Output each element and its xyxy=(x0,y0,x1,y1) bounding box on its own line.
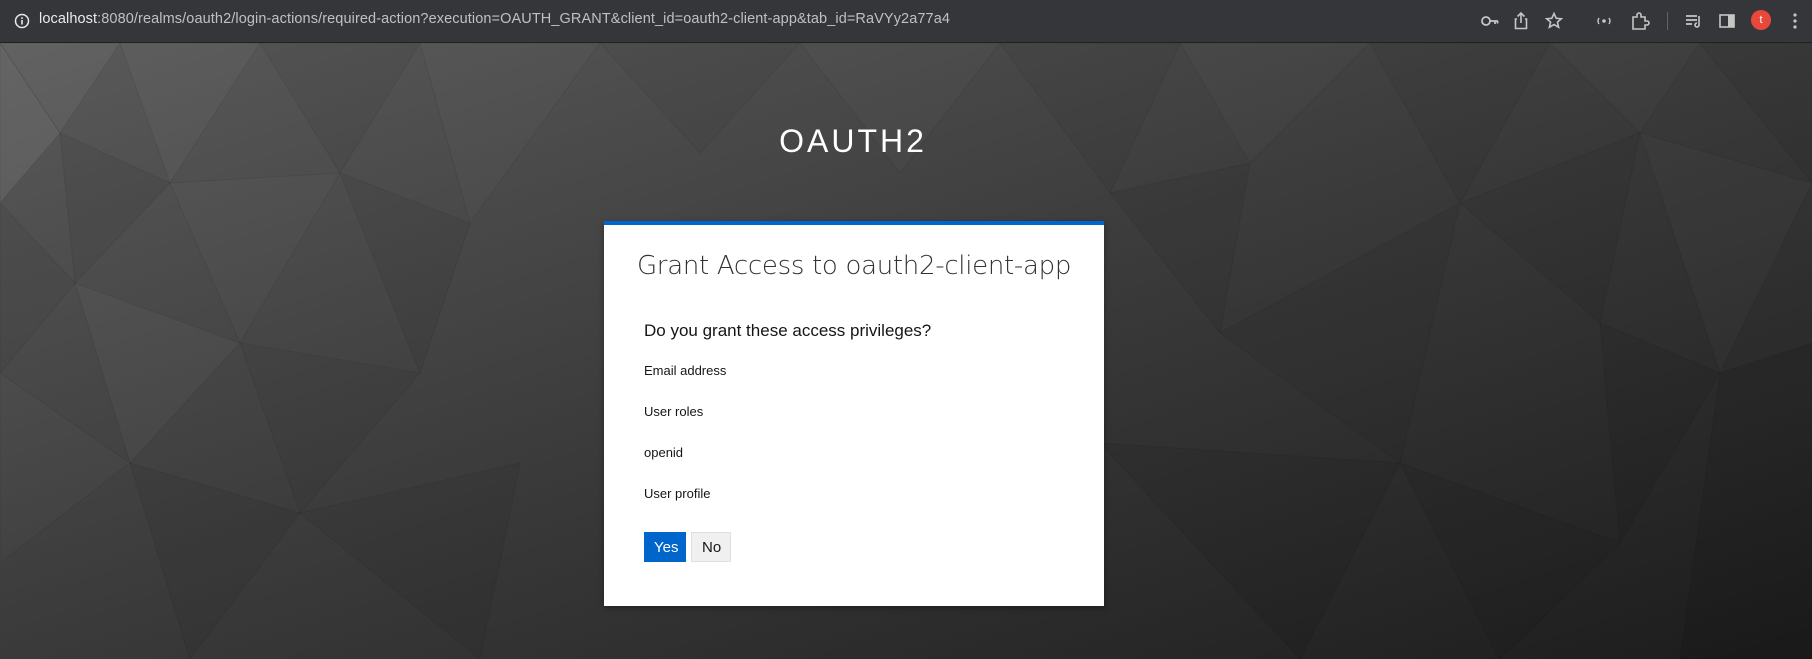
star-icon[interactable] xyxy=(1543,10,1565,32)
url-path: :8080/realms/oauth2/login-actions/requir… xyxy=(97,11,951,27)
scope-list: Email address User roles openid User pro… xyxy=(644,363,726,527)
consent-buttons: Yes No xyxy=(644,532,731,562)
no-button[interactable]: No xyxy=(691,532,731,562)
realm-title: OAUTH2 xyxy=(779,123,927,159)
browser-address-bar: localhost:8080/realms/oauth2/login-actio… xyxy=(0,0,1812,43)
consent-question: Do you grant these access privileges? xyxy=(644,321,932,340)
page-title: Grant Access to oauth2-client-app xyxy=(636,251,1072,281)
extension-cast-icon[interactable] xyxy=(1593,10,1615,32)
puzzle-icon[interactable] xyxy=(1629,10,1651,32)
kebab-menu-icon[interactable] xyxy=(1784,10,1806,32)
yes-button[interactable]: Yes xyxy=(644,532,686,562)
toolbar-divider xyxy=(1667,12,1668,30)
side-panel-icon[interactable] xyxy=(1716,10,1738,32)
share-icon[interactable] xyxy=(1510,10,1532,32)
info-icon[interactable] xyxy=(14,13,30,29)
login-page: OAUTH2 Grant Access to oauth2-client-app… xyxy=(0,43,1812,659)
url-host: localhost xyxy=(39,11,98,27)
media-queue-icon[interactable] xyxy=(1682,10,1704,32)
key-icon[interactable] xyxy=(1479,10,1501,32)
list-item: openid xyxy=(644,445,684,460)
avatar[interactable]: t xyxy=(1751,10,1771,30)
consent-card: Grant Access to oauth2-client-app Do you… xyxy=(604,221,1104,606)
list-item: User profile xyxy=(644,486,711,501)
list-item: User roles xyxy=(644,404,704,419)
url-field[interactable]: localhost:8080/realms/oauth2/login-actio… xyxy=(39,11,950,27)
list-item: Email address xyxy=(644,363,727,378)
